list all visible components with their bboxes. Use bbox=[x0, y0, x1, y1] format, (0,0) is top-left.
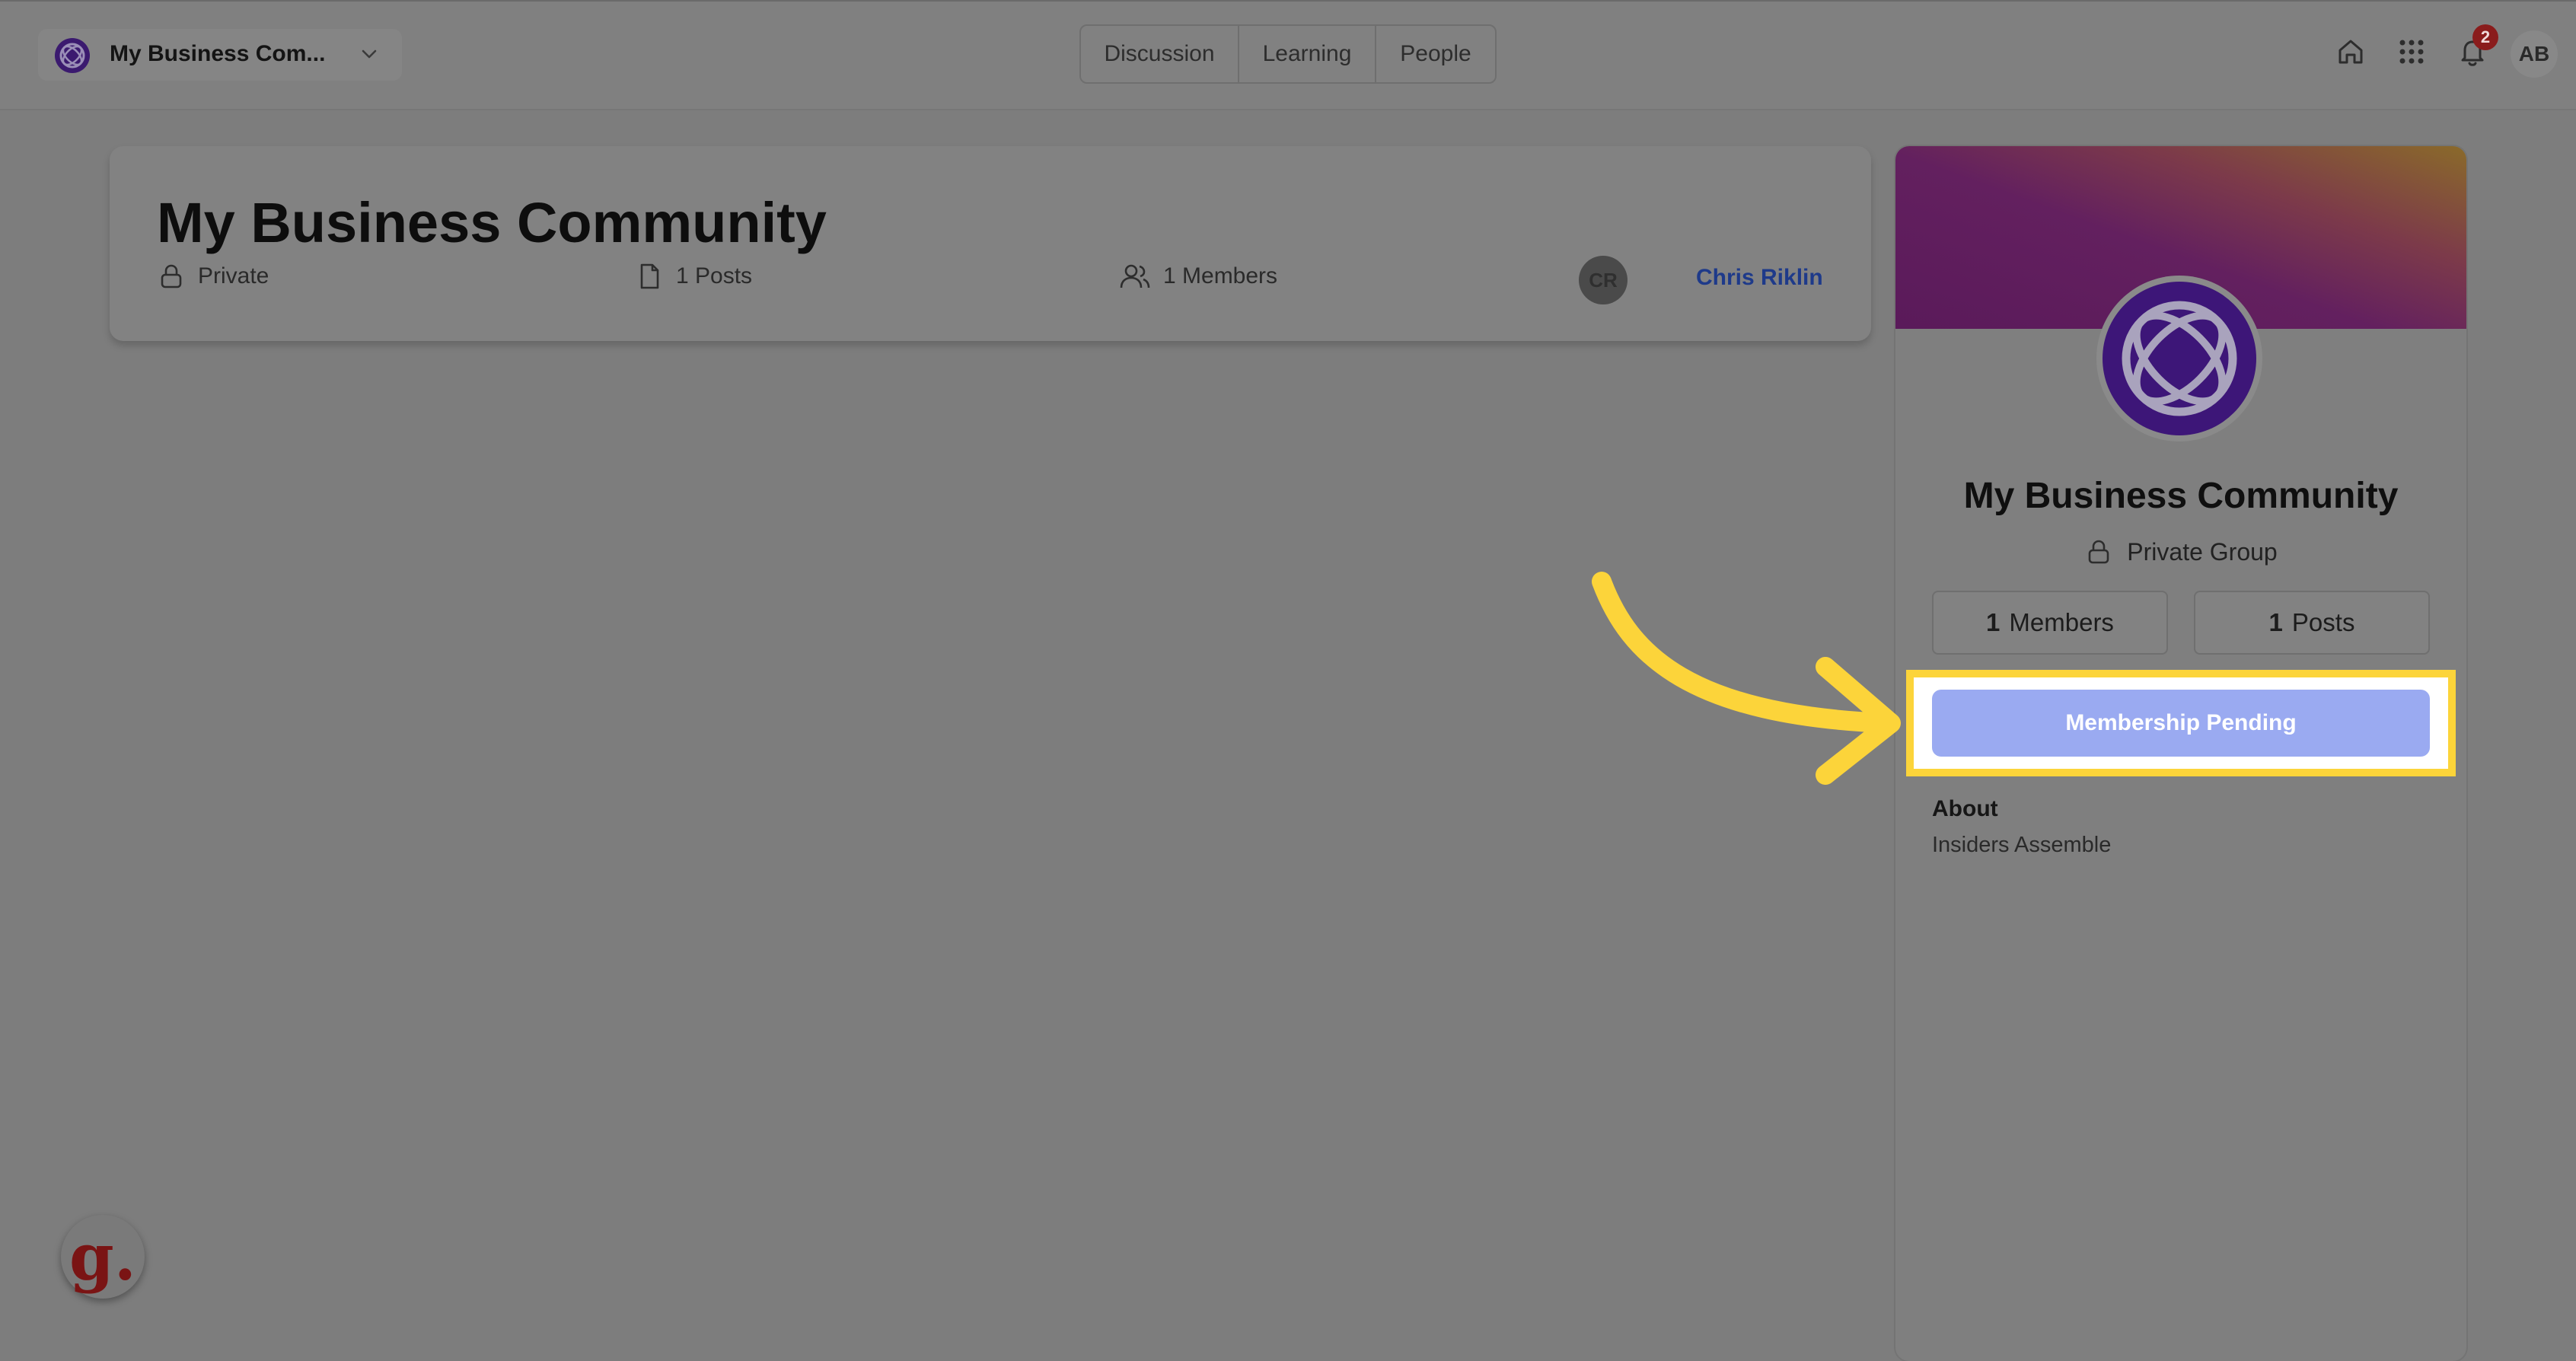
posts-stat-label: Posts bbox=[2291, 608, 2355, 636]
members-stat-count: 1 bbox=[1986, 608, 2001, 636]
apps-grid-icon[interactable] bbox=[2393, 33, 2430, 70]
members-stat-label: Members bbox=[2009, 608, 2114, 636]
annotation-arrow-icon bbox=[1592, 572, 1901, 785]
members-meta: 1 Members bbox=[1119, 262, 1277, 291]
group-privacy-label: Private Group bbox=[2127, 537, 2278, 566]
posts-meta: 1 Posts bbox=[635, 262, 752, 291]
membership-pending-button[interactable]: Membership Pending bbox=[1932, 690, 2430, 757]
lock-icon bbox=[161, 264, 182, 288]
users-icon bbox=[1120, 264, 1150, 288]
posts-stat[interactable]: 1 Posts bbox=[2194, 591, 2430, 655]
tab-discussion[interactable]: Discussion bbox=[1081, 26, 1239, 82]
members-count-label: 1 Members bbox=[1163, 263, 1278, 288]
group-info-card: My Business Community Private Group 1 Me… bbox=[1895, 146, 2466, 1361]
chevron-down-icon bbox=[362, 49, 377, 59]
about-text: Insiders Assemble bbox=[1932, 833, 2112, 857]
page-title: My Business Community bbox=[157, 191, 827, 254]
owner-avatar: CR bbox=[1579, 256, 1628, 304]
main-nav-tabs: Discussion Learning People bbox=[1079, 24, 1497, 84]
community-switcher-name: My Business Com... bbox=[110, 41, 326, 66]
topbar-divider bbox=[0, 109, 2576, 110]
tab-people[interactable]: People bbox=[1376, 26, 1495, 82]
group-privacy: Private Group bbox=[1895, 537, 2466, 566]
help-widget-button[interactable]: g. bbox=[61, 1215, 145, 1299]
about-heading: About bbox=[1932, 796, 1998, 821]
notification-count-badge: 2 bbox=[2472, 24, 2498, 50]
members-stat[interactable]: 1 Members bbox=[1932, 591, 2168, 655]
posts-count-label: 1 Posts bbox=[676, 263, 753, 288]
community-logo-icon bbox=[55, 38, 90, 73]
lock-icon bbox=[2088, 540, 2109, 564]
tab-learning[interactable]: Learning bbox=[1239, 26, 1376, 82]
owner-name-link[interactable]: Chris Riklin bbox=[1696, 265, 1823, 291]
user-avatar[interactable]: AB bbox=[2511, 30, 2558, 78]
privacy-meta: Private bbox=[157, 262, 269, 291]
privacy-label: Private bbox=[198, 263, 269, 288]
document-icon bbox=[640, 263, 659, 289]
group-logo-icon bbox=[2103, 282, 2256, 435]
home-icon[interactable] bbox=[2332, 33, 2369, 70]
community-header-card: My Business Community Private 1 Posts 1 … bbox=[110, 146, 1871, 341]
posts-stat-count: 1 bbox=[2268, 608, 2283, 636]
group-title: My Business Community bbox=[1963, 476, 2399, 516]
community-switcher[interactable]: My Business Com... bbox=[38, 29, 402, 81]
